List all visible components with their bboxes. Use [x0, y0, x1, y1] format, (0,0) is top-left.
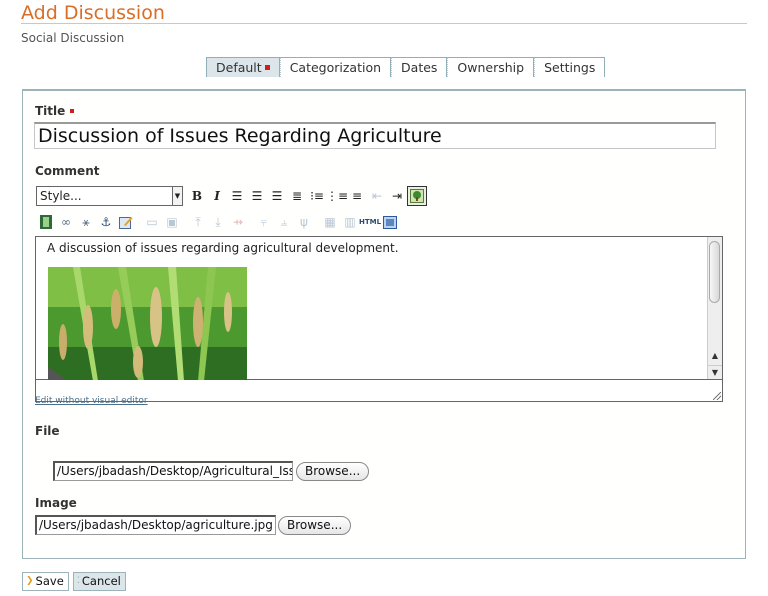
scroll-thumb[interactable]	[709, 241, 720, 303]
save-label: Save	[35, 574, 64, 588]
row-props-icon[interactable]: ▭	[142, 212, 162, 232]
chevron-down-icon: ▼	[172, 187, 182, 205]
tab-default[interactable]: Default	[206, 57, 280, 77]
save-button[interactable]: ❯ Save	[22, 572, 69, 591]
align-left-icon[interactable]: ☰	[227, 186, 247, 206]
cancel-button[interactable]: ⁚ Cancel	[73, 572, 126, 591]
align-justify-icon[interactable]: ≣	[287, 186, 307, 206]
style-select[interactable]: Style... ▼	[36, 186, 183, 206]
italic-icon[interactable]: I	[207, 186, 227, 206]
align-right-icon[interactable]: ☰	[267, 186, 287, 206]
numbered-list-icon[interactable]: ⋮≡	[326, 186, 348, 206]
image-browse-button[interactable]: Browse...	[278, 516, 352, 535]
file-browse-button[interactable]: Browse...	[296, 462, 370, 481]
title-label: Title	[35, 104, 75, 118]
edit-without-visual-editor-link[interactable]: Edit without visual editor	[35, 396, 148, 406]
title-label-text: Title	[35, 104, 66, 118]
delete-row-icon[interactable]: ⇸	[228, 212, 248, 232]
tab-bar: Default Categorization Dates Ownership S…	[206, 57, 606, 77]
tab-settings[interactable]: Settings	[534, 57, 606, 77]
indent-list-icon[interactable]: ≡	[347, 186, 367, 206]
tab-ownership[interactable]: Ownership	[447, 57, 535, 77]
title-input[interactable]: Discussion of Issues Regarding Agricultu…	[34, 122, 716, 149]
tab-label: Default	[216, 60, 262, 75]
required-icon	[70, 108, 75, 113]
insert-col-before-icon[interactable]: ⫧	[254, 212, 274, 232]
scroll-down-icon[interactable]: ▼	[708, 365, 722, 380]
insert-image-icon[interactable]	[407, 186, 427, 206]
bullet-list-icon[interactable]: ⁝≡	[307, 186, 327, 206]
scroll-up-icon[interactable]: ▲	[708, 349, 722, 363]
delete-col-icon[interactable]: ψ	[294, 212, 314, 232]
cancel-label: Cancel	[81, 574, 121, 588]
unlink-icon[interactable]: ⚹	[76, 212, 96, 232]
resize-grip-icon[interactable]	[713, 392, 721, 400]
editor-image[interactable]	[48, 267, 247, 381]
merge-cells-icon[interactable]: ▥	[340, 212, 360, 232]
link-icon[interactable]: ∞	[56, 212, 76, 232]
editor-text: A discussion of issues regarding agricul…	[47, 241, 399, 255]
edit-attributes-icon[interactable]	[116, 212, 136, 232]
file-label: File	[35, 424, 60, 438]
insert-row-after-icon[interactable]: ⤓	[208, 212, 228, 232]
page-subtitle: Social Discussion	[21, 31, 125, 45]
rich-text-editor[interactable]: A discussion of issues regarding agricul…	[35, 236, 723, 381]
required-icon	[264, 65, 270, 70]
arrow-right-icon: ❯	[26, 576, 34, 586]
title-divider	[21, 23, 747, 24]
outdent-icon[interactable]: ⇤	[367, 186, 387, 206]
comment-label: Comment	[35, 164, 100, 178]
cell-props-icon[interactable]: ▣	[162, 212, 182, 232]
editor-toolbar-row1: Style... ▼ B I ☰ ☰ ☰ ≣ ⁝≡ ⋮≡ ≡ ⇤ ⇥	[36, 185, 427, 207]
image-path-field[interactable]: /Users/jbadash/Desktop/agriculture.jpg	[35, 515, 276, 535]
insert-row-before-icon[interactable]: ⤒	[188, 212, 208, 232]
tab-categorization[interactable]: Categorization	[279, 57, 392, 77]
bold-icon[interactable]: B	[187, 186, 207, 206]
insert-col-after-icon[interactable]: ⫨	[274, 212, 294, 232]
editor-scrollbar[interactable]: ▲ ▼	[707, 237, 722, 379]
cancel-icon: ⁚	[77, 576, 80, 586]
html-source-icon[interactable]: HTML	[359, 212, 381, 232]
insert-table-icon[interactable]: ▦	[320, 212, 340, 232]
form-panel: Title Discussion of Issues Regarding Agr…	[22, 89, 746, 559]
indent-icon[interactable]: ⇥	[387, 186, 407, 206]
media-icon[interactable]	[36, 212, 56, 232]
editor-toolbar-row2: ∞ ⚹ ⚓ ▭ ▣ ⤒ ⤓ ⇸ ⫧ ⫨ ψ ▦ ▥ HTML	[36, 211, 400, 233]
style-select-value: Style...	[40, 189, 82, 203]
image-label: Image	[35, 496, 77, 510]
anchor-icon[interactable]: ⚓	[96, 212, 116, 232]
page-title: Add Discussion	[21, 2, 165, 24]
align-center-icon[interactable]: ☰	[247, 186, 267, 206]
fullscreen-icon[interactable]	[380, 212, 400, 232]
tab-dates[interactable]: Dates	[391, 57, 448, 77]
file-path-field[interactable]: /Users/jbadash/Desktop/Agricultural_Issu…	[53, 461, 293, 481]
